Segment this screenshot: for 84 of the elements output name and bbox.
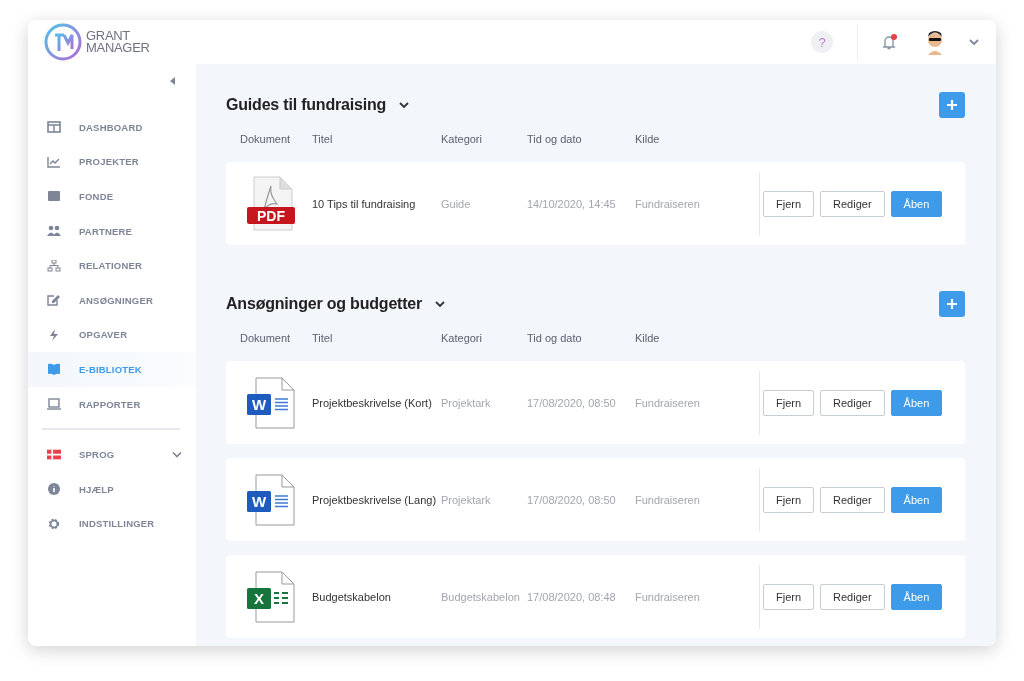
remove-button[interactable]: Fjern xyxy=(763,486,815,513)
flag-icon xyxy=(47,449,61,461)
users-icon xyxy=(47,225,61,238)
document-title: Budgetskabelon xyxy=(312,590,392,603)
category-text: Budgetskabelon xyxy=(441,590,521,603)
file-type-label: W xyxy=(251,395,267,413)
plus-icon xyxy=(947,299,957,309)
file-type-label: W xyxy=(251,492,267,510)
category-text: Projektark xyxy=(441,396,492,409)
column-header: Kategori xyxy=(441,133,483,145)
word-file-icon xyxy=(247,474,295,525)
column-header: Tid og dato xyxy=(527,133,583,145)
column-header: Kilde xyxy=(635,133,661,145)
category-text: Projektark xyxy=(441,493,492,506)
category-text: Guide xyxy=(441,197,472,210)
open-button[interactable]: Åben xyxy=(890,583,943,610)
nav-item[interactable]: DASHBOARD xyxy=(28,110,196,145)
edit-button[interactable]: Rediger xyxy=(820,389,885,416)
nav-item[interactable]: SPROG xyxy=(28,437,196,472)
document-title: Projektbeskrivelse (Kort) xyxy=(312,396,433,409)
column-header: Dokument xyxy=(239,332,292,344)
add-button[interactable] xyxy=(939,92,965,118)
edit-icon xyxy=(47,294,61,307)
section-title: Ansøgninger og budgetter xyxy=(226,295,423,313)
open-button[interactable]: Åben xyxy=(890,486,943,513)
network-icon xyxy=(47,259,61,272)
open-button[interactable]: Åben xyxy=(890,190,943,217)
nav-item[interactable]: ANSØGNINGER xyxy=(28,282,196,318)
column-header: Kilde xyxy=(635,332,661,344)
book-icon xyxy=(47,363,61,376)
source-text: Fundraiseren xyxy=(635,590,701,603)
column-header: Dokument xyxy=(239,133,292,145)
pdf-file-icon xyxy=(247,176,295,230)
document-title: Projektbeskrivelse (Lang) xyxy=(312,493,438,506)
chart-icon xyxy=(47,155,61,168)
help-button[interactable]: ? xyxy=(811,31,833,53)
date-text: 14/10/2020, 14:45 xyxy=(527,197,617,210)
date-text: 17/08/2020, 08:48 xyxy=(527,590,617,603)
file-type-label: PDF xyxy=(257,207,285,224)
word-file-icon xyxy=(247,377,295,428)
column-header: Titel xyxy=(312,332,334,344)
source-text: Fundraiseren xyxy=(635,493,701,506)
monitor-icon xyxy=(47,398,61,411)
column-header: Tid og dato xyxy=(527,332,583,344)
nav-item[interactable]: E-BIBLIOTEK xyxy=(28,352,196,387)
logo-icon xyxy=(44,23,82,61)
remove-button[interactable]: Fjern xyxy=(763,190,815,217)
remove-button[interactable]: Fjern xyxy=(763,583,815,610)
nav-item[interactable]: FONDE xyxy=(28,179,196,214)
nav-item[interactable]: RELATIONER xyxy=(28,248,196,283)
date-text: 17/08/2020, 08:50 xyxy=(527,396,617,409)
nav-item[interactable]: HJÆLP xyxy=(28,471,196,507)
bell-icon[interactable] xyxy=(880,33,898,51)
source-text: Fundraiseren xyxy=(635,197,701,210)
layout-icon xyxy=(47,121,61,134)
edit-button[interactable]: Rediger xyxy=(820,190,885,217)
settings-icon xyxy=(47,517,61,530)
edit-button[interactable]: Rediger xyxy=(820,486,885,513)
info-icon xyxy=(47,483,61,496)
wallet-icon xyxy=(47,190,61,203)
chevron-down-icon[interactable] xyxy=(398,101,411,109)
edit-button[interactable]: Rediger xyxy=(820,583,885,610)
add-button[interactable] xyxy=(939,291,965,317)
date-text: 17/08/2020, 08:50 xyxy=(527,493,617,506)
source-text: Fundraiseren xyxy=(635,396,701,409)
nav-item[interactable]: PROJEKTER xyxy=(28,144,196,180)
spreadsheet-file-icon xyxy=(247,571,295,622)
file-type-label: X xyxy=(254,589,264,607)
document-title: 10 Tips til fundraising xyxy=(312,197,417,210)
bolt-icon xyxy=(47,328,61,341)
chevron-down-icon[interactable] xyxy=(434,300,447,308)
logo-text: GRANT xyxy=(86,30,131,42)
remove-button[interactable]: Fjern xyxy=(763,389,815,416)
collapse-icon[interactable] xyxy=(170,77,176,85)
open-button[interactable]: Åben xyxy=(890,389,943,416)
nav-item[interactable]: INDSTILLINGER xyxy=(28,506,196,542)
column-header: Kategori xyxy=(441,332,483,344)
section-title: Guides til fundraising xyxy=(226,96,387,114)
plus-icon xyxy=(947,100,957,110)
nav-item[interactable]: RAPPORTER xyxy=(28,386,196,422)
logo-text: MANAGER xyxy=(86,42,150,54)
nav-item[interactable]: PARTNERE xyxy=(28,213,196,249)
nav-item[interactable]: OPGAVER xyxy=(28,317,196,353)
column-header: Titel xyxy=(312,133,334,145)
